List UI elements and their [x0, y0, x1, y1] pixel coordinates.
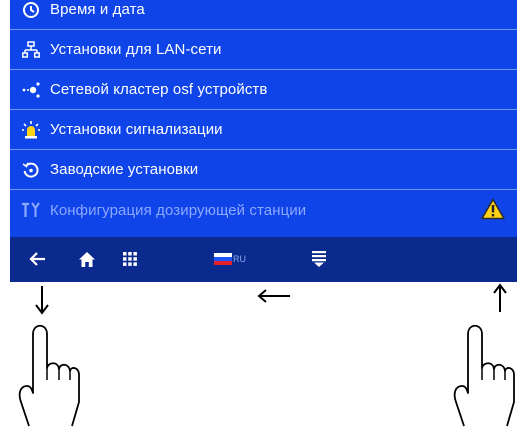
menu-item-alarm-settings[interactable]: Установки сигнализации — [10, 110, 517, 150]
network-icon — [20, 39, 42, 61]
alarm-light-icon — [20, 119, 42, 141]
tools-icon — [20, 199, 42, 221]
grid-icon — [123, 252, 137, 266]
back-button[interactable] — [24, 247, 50, 271]
menu-item-time-date[interactable]: Время и дата — [10, 0, 517, 30]
left-arrow-icon — [256, 287, 292, 310]
home-icon — [79, 251, 95, 267]
language-code: RU — [233, 254, 246, 264]
bottom-navigation-bar: RU — [10, 237, 517, 282]
menu-item-label: Установки сигнализации — [50, 121, 223, 138]
menu-item-label: Конфигурация дозирующей станции — [50, 201, 307, 219]
menu-item-label: Установки для LAN-сети — [50, 41, 222, 58]
back-arrow-icon — [29, 252, 45, 266]
cluster-icon — [20, 79, 42, 101]
menu-item-label: Заводские установки — [50, 161, 199, 178]
language-button[interactable]: RU — [210, 247, 250, 271]
list-menu-icon — [312, 251, 326, 267]
menu-item-lan-settings[interactable]: Установки для LAN-сети — [10, 30, 517, 70]
apps-grid-button[interactable] — [117, 247, 143, 271]
clock-icon — [20, 0, 42, 21]
menu-item-dosing-station-config[interactable]: Конфигурация дозирующей станции — [10, 190, 517, 230]
menu-item-osf-cluster[interactable]: Сетевой кластер osf устройств — [10, 70, 517, 110]
menu-item-label: Сетевой кластер osf устройств — [50, 81, 268, 98]
russia-flag-icon — [214, 253, 232, 265]
pointing-hand-icon — [12, 320, 87, 432]
warning-icon[interactable] — [481, 198, 505, 220]
restore-icon — [20, 159, 42, 181]
home-button[interactable] — [74, 247, 100, 271]
pointing-hand-icon — [447, 320, 522, 432]
device-screen: Время и дата Установки для LAN-сети Сете… — [10, 0, 517, 282]
down-arrow-icon — [33, 285, 51, 320]
menu-item-label: Время и дата — [50, 1, 145, 18]
menu-item-factory-settings[interactable]: Заводские установки — [10, 150, 517, 190]
up-arrow-icon — [491, 283, 509, 318]
list-menu-button[interactable] — [306, 247, 332, 271]
